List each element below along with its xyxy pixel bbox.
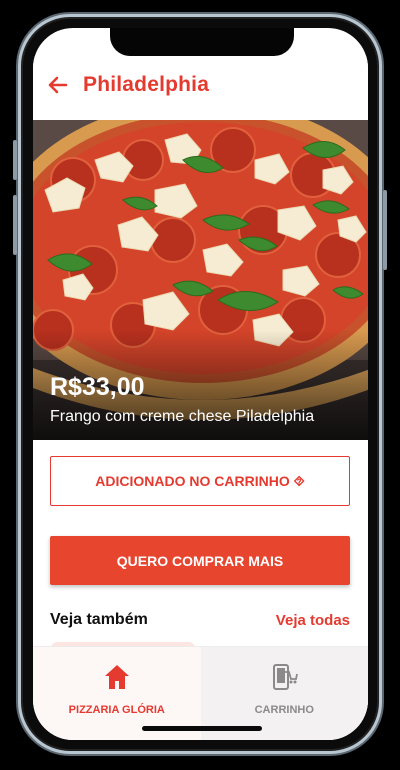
related-section-title: Veja também xyxy=(50,611,148,628)
app-screen: Philadelphia R$33,00 Frango com creme ch… xyxy=(33,28,368,740)
added-to-cart-button[interactable]: ADICIONADO NO CARRINHO ⯑ xyxy=(50,456,350,506)
product-description: Frango com creme chese Piladelphia xyxy=(50,408,315,425)
product-price: R$33,00 xyxy=(50,373,145,401)
phone-side-button xyxy=(13,140,17,180)
see-all-link[interactable]: Veja todas xyxy=(276,612,350,629)
home-icon xyxy=(103,663,131,696)
phone-notch xyxy=(110,28,294,56)
top-bar: Philadelphia xyxy=(33,56,368,114)
phone-side-button xyxy=(383,190,387,270)
home-indicator[interactable] xyxy=(142,726,262,731)
back-arrow-icon[interactable] xyxy=(47,74,69,96)
phone-side-button xyxy=(13,195,17,255)
buy-more-button[interactable]: QUERO COMPRAR MAIS xyxy=(50,536,350,585)
tab-label: PIZZARIA GLÓRIA xyxy=(68,704,165,716)
product-image: R$33,00 Frango com creme chese Piladelph… xyxy=(33,120,368,440)
cart-icon xyxy=(270,663,299,696)
tab-label: CARRINHO xyxy=(254,704,314,716)
page-title: Philadelphia xyxy=(83,73,210,96)
